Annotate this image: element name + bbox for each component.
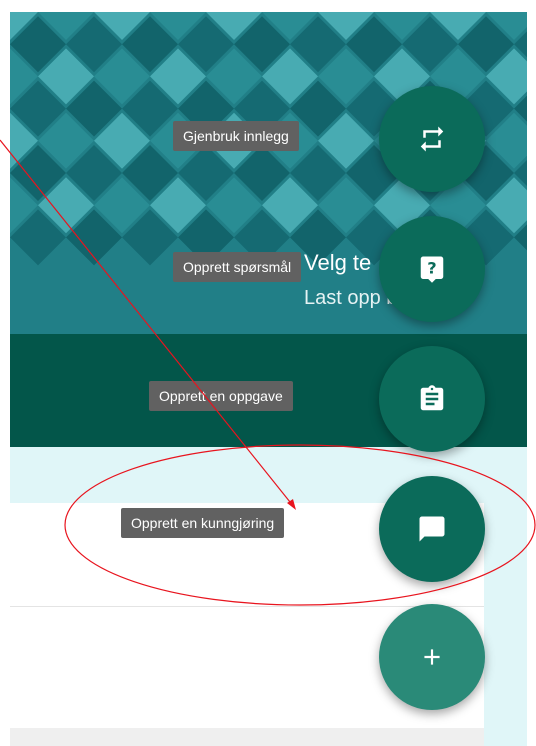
reuse-post-button[interactable] bbox=[379, 86, 485, 192]
tooltip-create-assignment: Opprett en oppgave bbox=[149, 381, 293, 411]
banner-title: Velg te bbox=[304, 250, 372, 275]
repeat-icon bbox=[420, 126, 444, 152]
side-strip bbox=[484, 503, 527, 746]
frame-top bbox=[0, 0, 536, 12]
tooltip-reuse-post: Gjenbruk innlegg bbox=[173, 121, 299, 151]
question-icon: ? bbox=[420, 256, 444, 283]
announcement-icon bbox=[419, 516, 445, 542]
create-assignment-button[interactable] bbox=[379, 346, 485, 452]
bottom-bar bbox=[10, 728, 484, 746]
frame-right bbox=[527, 0, 536, 746]
svg-text:?: ? bbox=[427, 258, 436, 277]
add-icon bbox=[424, 649, 440, 665]
tooltip-create-announcement: Opprett en kunngjøring bbox=[121, 508, 285, 538]
create-question-button[interactable]: ? bbox=[379, 216, 485, 322]
assignment-icon bbox=[420, 385, 444, 411]
tooltip-create-question: Opprett spørsmål bbox=[173, 252, 302, 282]
create-announcement-button[interactable] bbox=[379, 476, 485, 582]
add-button[interactable] bbox=[379, 604, 485, 710]
frame-left bbox=[0, 0, 10, 746]
